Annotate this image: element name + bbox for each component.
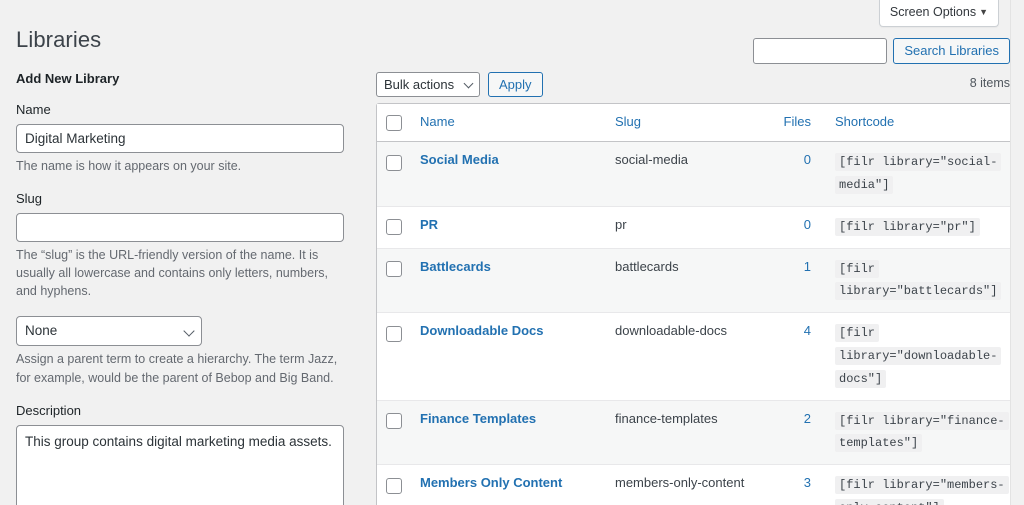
select-all-header bbox=[377, 104, 410, 143]
library-name-link[interactable]: Finance Templates bbox=[420, 411, 536, 426]
library-name-link[interactable]: Members Only Content bbox=[420, 475, 562, 490]
row-checkbox[interactable] bbox=[386, 413, 402, 430]
column-header-slug[interactable]: Slug bbox=[605, 104, 763, 143]
libraries-list-panel: Search Libraries 8 items Bulk actions Ap… bbox=[370, 0, 1024, 505]
row-checkbox[interactable] bbox=[386, 325, 402, 342]
row-select-cell bbox=[377, 313, 410, 401]
row-slug-cell: members-only-content bbox=[605, 465, 763, 505]
table-row: Battlecards battlecards 1 [filr library="ba… bbox=[377, 248, 1015, 314]
row-files-cell: 0 bbox=[763, 207, 825, 249]
row-slug-cell: finance-templates bbox=[605, 400, 763, 466]
row-name-cell: Downloadable Docs bbox=[410, 313, 605, 401]
row-files-cell: 1 bbox=[763, 248, 825, 314]
shortcode-text[interactable]: [filr library="finance-templates"] bbox=[835, 411, 1009, 453]
wordpress-admin-screen: Screen Options ▼ Libraries Add New Librar… bbox=[0, 0, 1024, 505]
files-count-link[interactable]: 0 bbox=[804, 152, 811, 167]
shortcode-text[interactable]: [filr library="social-media"] bbox=[835, 153, 1002, 194]
row-checkbox[interactable] bbox=[386, 219, 402, 236]
table-nav-top: Bulk actions Apply bbox=[376, 72, 543, 97]
row-select-cell bbox=[377, 248, 410, 314]
apply-button[interactable]: Apply bbox=[488, 72, 543, 97]
add-new-library-form: Add New Library Name The name is how it … bbox=[16, 70, 346, 505]
row-checkbox[interactable] bbox=[386, 477, 402, 494]
row-name-cell: Members Only Content bbox=[410, 465, 605, 505]
name-label: Name bbox=[16, 102, 51, 118]
row-name-cell: Battlecards bbox=[410, 248, 605, 314]
files-count-link[interactable]: 3 bbox=[804, 475, 811, 490]
bulk-actions-select[interactable]: Bulk actions bbox=[376, 72, 480, 97]
row-select-cell bbox=[377, 207, 410, 249]
row-files-cell: 4 bbox=[763, 313, 825, 401]
table-row: PR pr 0 [filr library="pr"] bbox=[377, 207, 1015, 249]
table-body: Social Media social-media 0 [filr library="… bbox=[377, 142, 1015, 505]
column-header-shortcode[interactable]: Shortcode bbox=[825, 104, 1015, 143]
slug-label: Slug bbox=[16, 191, 43, 207]
row-select-cell bbox=[377, 465, 410, 505]
parent-select-wrap: None bbox=[16, 316, 202, 347]
row-files-cell: 2 bbox=[763, 400, 825, 466]
row-slug-cell: pr bbox=[605, 207, 763, 249]
files-count-link[interactable]: 0 bbox=[804, 217, 811, 232]
table-row: Downloadable Docs downloadable-docs 4 [filr… bbox=[377, 313, 1015, 401]
parent-help-text: Assign a parent term to create a hierarc… bbox=[16, 352, 338, 385]
items-count: 8 items bbox=[969, 76, 1010, 90]
slug-help-text: The “slug” is the URL-friendly version o… bbox=[16, 248, 328, 299]
table-header-row: Name Slug Files Shortcode bbox=[377, 104, 1015, 143]
table-head: Name Slug Files Shortcode bbox=[377, 104, 1015, 143]
select-all-checkbox[interactable] bbox=[386, 114, 402, 131]
column-header-files[interactable]: Files bbox=[763, 104, 825, 143]
row-name-cell: PR bbox=[410, 207, 605, 249]
parent-select[interactable]: None bbox=[16, 316, 202, 347]
row-name-cell: Social Media bbox=[410, 142, 605, 207]
page-title: Libraries bbox=[16, 26, 102, 52]
row-name-cell: Finance Templates bbox=[410, 400, 605, 466]
search-libraries-button[interactable]: Search Libraries bbox=[893, 38, 1010, 64]
row-shortcode-cell: [filr library="pr"] bbox=[825, 207, 1015, 249]
row-slug-cell: social-media bbox=[605, 142, 763, 207]
table-row: Finance Templates finance-templates 2 [filr… bbox=[377, 400, 1015, 466]
bulk-actions-wrap: Bulk actions bbox=[376, 72, 480, 97]
shortcode-text[interactable]: [filr library="pr"] bbox=[835, 217, 980, 236]
row-checkbox[interactable] bbox=[386, 154, 402, 171]
library-name-link[interactable]: Social Media bbox=[420, 152, 499, 167]
column-header-name[interactable]: Name bbox=[410, 104, 605, 143]
page-scrollbar[interactable] bbox=[1010, 0, 1024, 505]
table-row: Social Media social-media 0 [filr library="… bbox=[377, 142, 1015, 207]
search-box: Search Libraries bbox=[753, 38, 1010, 64]
description-label: Description bbox=[16, 402, 82, 418]
libraries-table: Name Slug Files Shortcode Social Media so… bbox=[376, 103, 1016, 505]
slug-input[interactable] bbox=[16, 213, 344, 243]
row-slug-cell: battlecards bbox=[605, 248, 763, 314]
name-input[interactable] bbox=[16, 124, 344, 154]
row-files-cell: 3 bbox=[763, 465, 825, 505]
name-help-text: The name is how it appears on your site. bbox=[16, 159, 242, 174]
row-slug-cell: downloadable-docs bbox=[605, 313, 763, 401]
files-count-link[interactable]: 4 bbox=[804, 323, 811, 338]
shortcode-text[interactable]: [filr library="downloadable-docs"] bbox=[835, 324, 1002, 388]
search-input[interactable] bbox=[753, 38, 888, 64]
row-files-cell: 0 bbox=[763, 142, 825, 207]
shortcode-text[interactable]: [filr library="members-only-content"] bbox=[835, 476, 1009, 505]
files-count-link[interactable]: 1 bbox=[804, 259, 811, 274]
library-name-link[interactable]: Battlecards bbox=[420, 259, 491, 274]
row-shortcode-cell: [filr library="downloadable-docs"] bbox=[825, 313, 1015, 401]
row-checkbox[interactable] bbox=[386, 261, 402, 278]
shortcode-text[interactable]: [filr library="battlecards"] bbox=[835, 259, 1002, 301]
row-select-cell bbox=[377, 142, 410, 207]
row-shortcode-cell: [filr library="finance-templates"] bbox=[825, 400, 1015, 466]
library-name-link[interactable]: Downloadable Docs bbox=[420, 323, 544, 338]
description-textarea[interactable]: This group contains digital marketing me… bbox=[16, 424, 344, 505]
row-shortcode-cell: [filr library="members-only-content"] bbox=[825, 465, 1015, 505]
library-name-link[interactable]: PR bbox=[420, 217, 438, 232]
files-count-link[interactable]: 2 bbox=[804, 411, 811, 426]
row-select-cell bbox=[377, 400, 410, 466]
row-shortcode-cell: [filr library="battlecards"] bbox=[825, 248, 1015, 314]
form-heading: Add New Library bbox=[16, 71, 120, 86]
row-shortcode-cell: [filr library="social-media"] bbox=[825, 142, 1015, 207]
table-row: Members Only Content members-only-content… bbox=[377, 465, 1015, 505]
